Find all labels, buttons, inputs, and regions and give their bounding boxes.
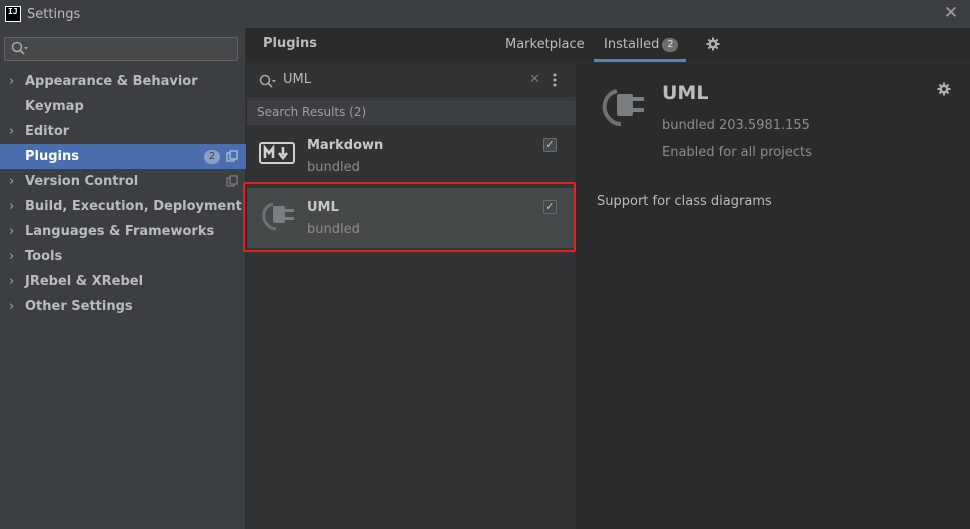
window-title: Settings: [27, 6, 81, 22]
plugin-detail-version: bundled 203.5981.155: [662, 118, 810, 133]
chevron-right-icon: ›: [9, 224, 15, 239]
search-icon: [259, 74, 276, 88]
settings-search-input[interactable]: [31, 40, 231, 58]
sidebar-item-label: Other Settings: [25, 299, 133, 314]
chevron-right-icon: ›: [9, 174, 15, 189]
plugin-row-uml[interactable]: UML bundled ✓: [247, 188, 576, 248]
clear-search-icon[interactable]: ✕: [529, 72, 540, 87]
chevron-right-icon: ›: [9, 124, 15, 139]
installed-count-badge: 2: [662, 38, 679, 52]
settings-nav: › Appearance & Behavior Keymap › Editor …: [0, 69, 246, 319]
plugin-row-markdown[interactable]: Markdown bundled ✓: [247, 126, 576, 186]
plugin-search-input[interactable]: UML: [283, 72, 311, 87]
plugin-subtitle: bundled: [307, 160, 360, 175]
intellij-logo-icon: IJ: [5, 6, 21, 22]
sidebar-item-build-execution-deployment[interactable]: › Build, Execution, Deployment: [0, 194, 246, 219]
sidebar-item-label: Keymap: [25, 99, 84, 114]
sidebar-item-other-settings[interactable]: › Other Settings: [0, 294, 246, 319]
sidebar-item-editor[interactable]: › Editor: [0, 119, 246, 144]
tab-label: Marketplace: [505, 37, 585, 52]
sidebar-item-label: Build, Execution, Deployment: [25, 199, 242, 214]
plugin-detail-description: Support for class diagrams: [597, 194, 772, 209]
sidebar-item-label: Appearance & Behavior: [25, 74, 198, 89]
title-bar: IJ Settings ✕: [0, 0, 970, 28]
chevron-right-icon: ›: [9, 74, 15, 89]
plug-icon: [262, 202, 294, 231]
sidebar-item-languages-frameworks[interactable]: › Languages & Frameworks: [0, 219, 246, 244]
sidebar-item-tools[interactable]: › Tools: [0, 244, 246, 269]
copy-settings-icon: [226, 175, 238, 187]
page-title: Plugins: [263, 36, 317, 51]
sidebar-item-jrebel-xrebel[interactable]: › JRebel & XRebel: [0, 269, 246, 294]
tab-label: Installed: [604, 37, 660, 52]
sidebar-item-label: Plugins: [25, 149, 79, 164]
close-button[interactable]: ✕: [942, 4, 960, 22]
plugins-header: Plugins Marketplace Installed 2: [247, 28, 970, 63]
chevron-right-icon: ›: [9, 249, 15, 264]
plugin-detail-name: UML: [662, 82, 709, 104]
sidebar-item-plugins[interactable]: Plugins 2: [0, 144, 246, 169]
markdown-icon: [259, 142, 295, 164]
plugin-subtitle: bundled: [307, 222, 360, 237]
gear-icon[interactable]: [706, 37, 720, 51]
search-results-header: Search Results (2): [247, 100, 576, 125]
search-icon: [11, 41, 28, 55]
chevron-right-icon: ›: [9, 299, 15, 314]
settings-sidebar: › Appearance & Behavior Keymap › Editor …: [0, 28, 246, 529]
more-options-icon[interactable]: [553, 73, 557, 87]
sidebar-item-keymap[interactable]: Keymap: [0, 94, 246, 119]
plugin-detail-status: Enabled for all projects: [662, 145, 812, 160]
sidebar-item-appearance-behavior[interactable]: › Appearance & Behavior: [0, 69, 246, 94]
sidebar-item-label: Languages & Frameworks: [25, 224, 215, 239]
plugin-details-panel: UML bundled 203.5981.155 Enabled for all…: [577, 64, 970, 529]
sidebar-item-label: Editor: [25, 124, 70, 139]
sidebar-item-label: Version Control: [25, 174, 139, 189]
tab-marketplace[interactable]: Marketplace: [505, 37, 585, 52]
plugin-name: UML: [307, 200, 339, 215]
plugin-list-panel: UML ✕ Search Results (2) Markdown bundle…: [247, 64, 576, 529]
plugin-search-bar[interactable]: UML ✕: [247, 64, 576, 99]
sidebar-item-version-control[interactable]: › Version Control: [0, 169, 246, 194]
tab-installed[interactable]: Installed 2: [604, 37, 679, 52]
updates-count-badge: 2: [204, 150, 220, 164]
plug-icon: [602, 89, 644, 126]
sidebar-item-label: JRebel & XRebel: [25, 274, 144, 289]
chevron-right-icon: ›: [9, 274, 15, 289]
plugin-enabled-checkbox[interactable]: ✓: [543, 200, 557, 214]
sidebar-item-label: Tools: [25, 249, 63, 264]
settings-search-box[interactable]: [4, 37, 238, 61]
plugin-gear-icon[interactable]: [937, 82, 951, 96]
plugin-enabled-checkbox[interactable]: ✓: [543, 138, 557, 152]
copy-settings-icon: [226, 150, 238, 162]
chevron-right-icon: ›: [9, 199, 15, 214]
plugin-name: Markdown: [307, 138, 384, 153]
active-tab-indicator: [594, 59, 686, 62]
